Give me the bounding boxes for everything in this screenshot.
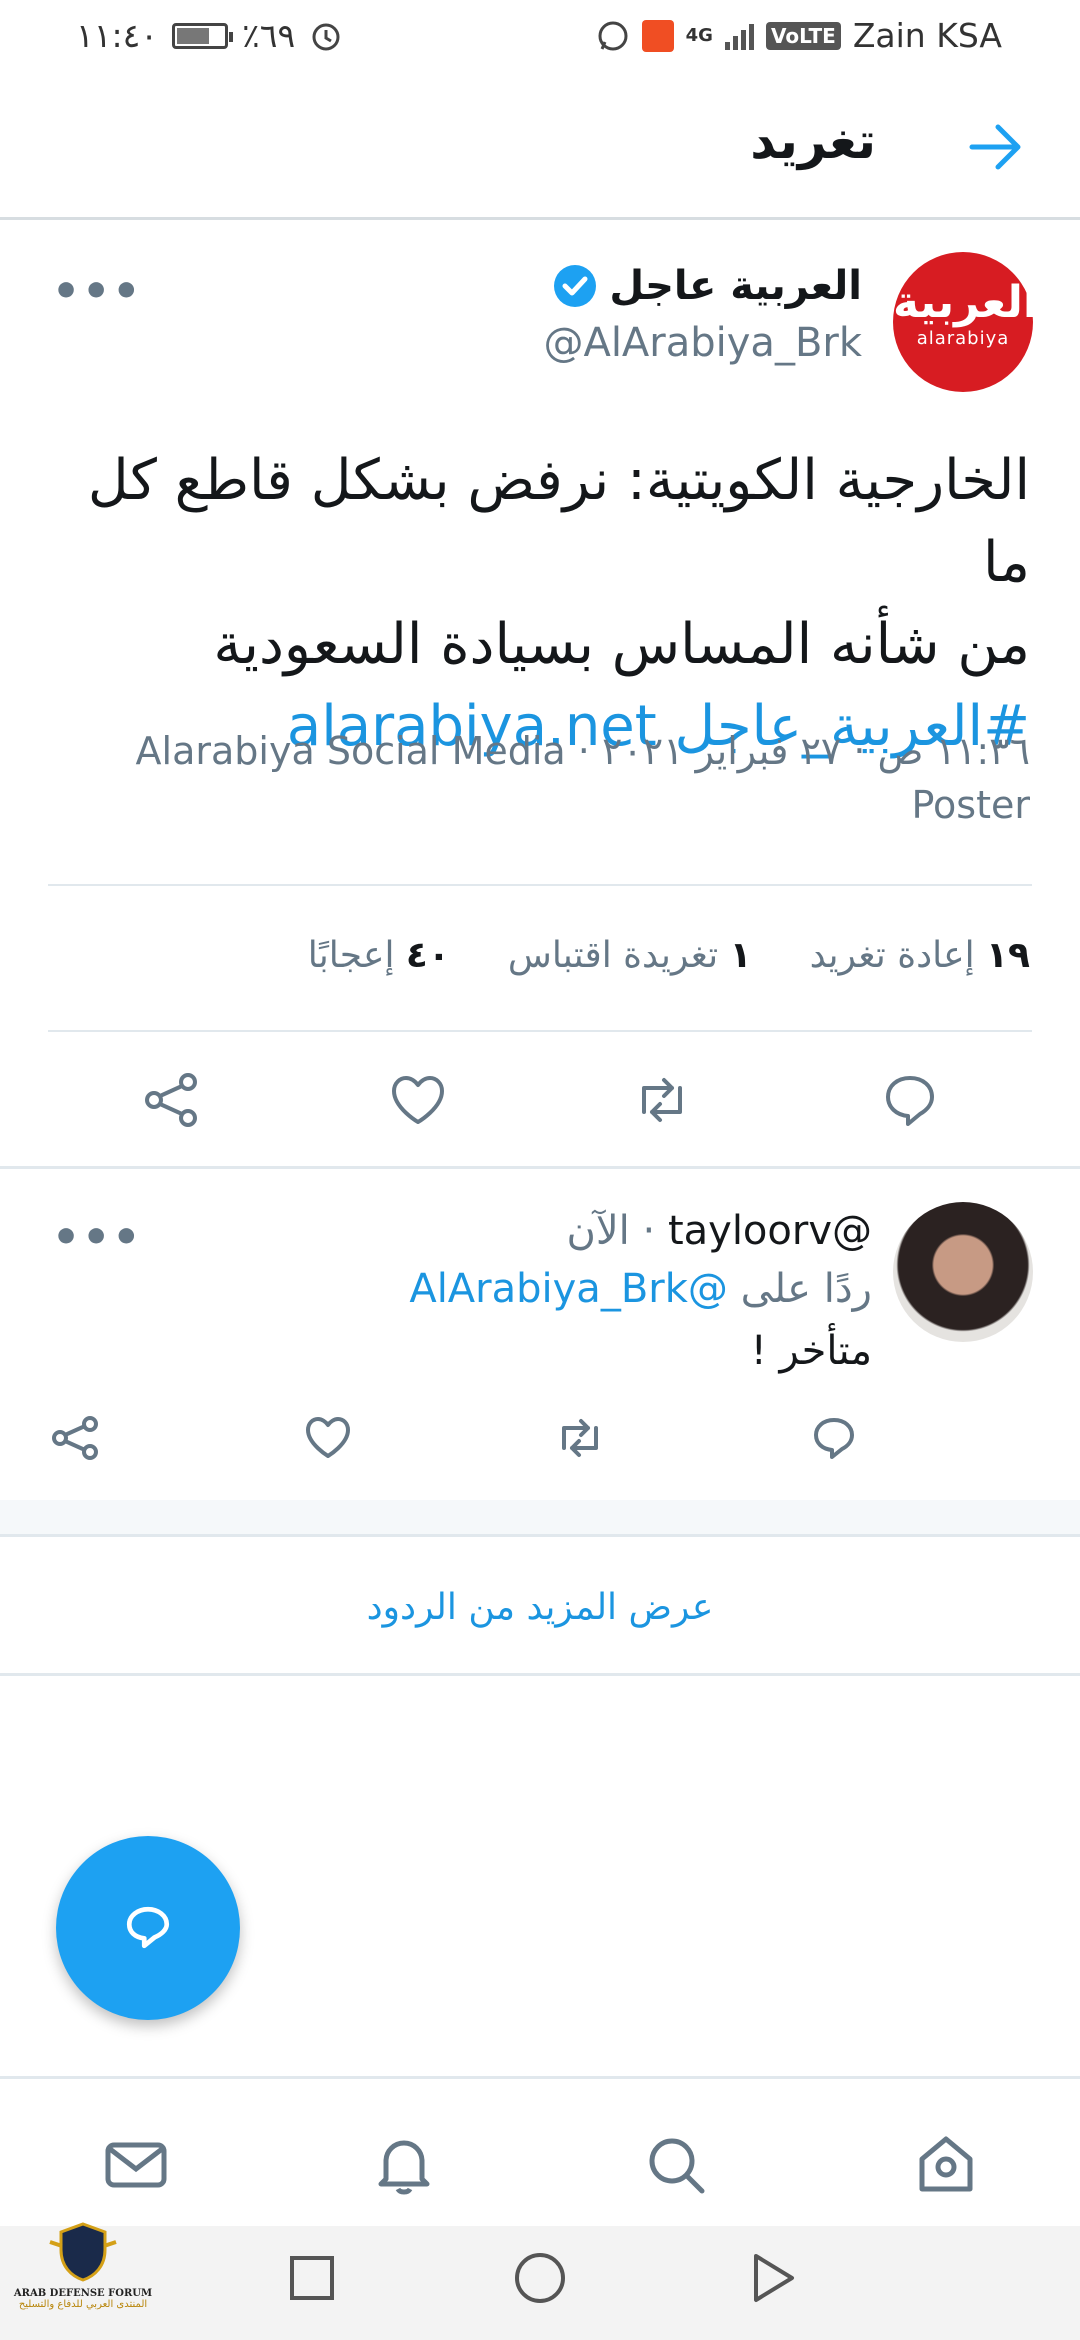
- likes-label: إعجابًا: [307, 935, 395, 976]
- more-options-icon[interactable]: •••: [52, 266, 142, 317]
- home-icon[interactable]: [910, 2129, 982, 2201]
- like-heart-icon[interactable]: [386, 1068, 450, 1132]
- whatsapp-icon: [598, 21, 628, 50]
- status-right: 4G VoLTE Zain KSA: [596, 16, 1002, 55]
- back-triangle-icon[interactable]: [744, 2248, 804, 2308]
- tweet-actions: [0, 1060, 1080, 1140]
- watermark-text-en: ARAB DEFENSE FORUM: [13, 2288, 153, 2299]
- likes-count: ٤٠: [405, 935, 450, 976]
- page-title: تغريد: [750, 112, 876, 170]
- retweets-label: إعادة تغريد: [809, 935, 975, 976]
- reply-retweet-icon[interactable]: [548, 1406, 612, 1470]
- compose-reply-icon: [126, 1906, 170, 1949]
- notifications-bell-icon[interactable]: [368, 2129, 440, 2201]
- retweets-count: ١٩: [986, 935, 1030, 976]
- tweet-text-line1: الخارجية الكويتية: نرفض بشكل قاطع كل ما: [87, 448, 1030, 595]
- tweet-timestamp-source[interactable]: ١١:٣٦ ص · ٢٧ فبراير ٢٠٢١ · Alarabiya Soc…: [40, 724, 1030, 778]
- status-left: ١١:٤٠ ٪٦٩: [76, 16, 343, 55]
- tweet-source-cont[interactable]: Poster: [40, 778, 1030, 832]
- back-arrow-icon[interactable]: [960, 112, 1030, 182]
- reply-separator: ·: [629, 1208, 656, 1254]
- compose-reply-button[interactable]: [56, 1836, 240, 2020]
- replying-to-prefix: ردًا على: [740, 1266, 872, 1312]
- divider: [48, 884, 1032, 886]
- section-gap: [0, 1500, 1080, 1534]
- battery-fill: [177, 27, 210, 44]
- author-handle[interactable]: @AlArabiya_Brk: [543, 320, 862, 366]
- retweet-icon[interactable]: [630, 1068, 694, 1132]
- watermark-text-ar: المنتدى العربي للدفاع والتسليح: [18, 2299, 148, 2310]
- author-avatar[interactable]: العربية alarabiya: [893, 252, 1038, 392]
- verified-badge-icon: [554, 265, 597, 307]
- messages-envelope-icon[interactable]: [100, 2129, 172, 2201]
- network-type: 4G: [685, 25, 713, 46]
- reply-time: الآن: [566, 1208, 630, 1254]
- tweet-text-line2: من شأنه المساس بسيادة السعودية: [213, 612, 1030, 677]
- app-notification-icon: [641, 19, 674, 52]
- reply-like-heart-icon[interactable]: [296, 1406, 360, 1470]
- reply-author-avatar[interactable]: [893, 1202, 1033, 1342]
- reply-handle[interactable]: @tayloorv: [668, 1208, 872, 1254]
- reply-icon[interactable]: [878, 1068, 942, 1132]
- tweet-text: الخارجية الكويتية: نرفض بشكل قاطع كل ما …: [40, 440, 1030, 768]
- clock: ١١:٤٠: [76, 16, 159, 55]
- reply-text: متأخر !: [750, 1328, 872, 1374]
- battery-icon: [172, 22, 234, 49]
- battery-percent: ٪٦٩: [242, 16, 296, 55]
- carrier-name: Zain KSA: [852, 16, 1002, 55]
- top-app-bar: تغريد: [0, 72, 1080, 220]
- show-more-replies-button[interactable]: عرض المزيد من الردود: [0, 1534, 1080, 1676]
- retweets-stat[interactable]: ١٩ إعادة تغريد: [810, 935, 1030, 976]
- signal-icon: [724, 22, 754, 50]
- replying-to: ردًا على @AlArabiya_Brk: [409, 1266, 872, 1312]
- divider: [48, 1030, 1032, 1032]
- reply-reply-icon[interactable]: [802, 1406, 866, 1470]
- share-icon[interactable]: [140, 1068, 204, 1132]
- home-circle-icon[interactable]: [510, 2248, 570, 2308]
- alarm-icon: [312, 23, 340, 50]
- replying-to-mention[interactable]: @AlArabiya_Brk: [409, 1266, 728, 1312]
- reply-more-options-icon[interactable]: •••: [52, 1212, 142, 1263]
- reply-header: @tayloorv · الآن: [566, 1208, 872, 1254]
- search-icon[interactable]: [640, 2129, 712, 2201]
- recents-square-icon[interactable]: [282, 2248, 342, 2308]
- status-bar: ١١:٤٠ ٪٦٩ 4G VoLTE Zain KSA: [0, 0, 1080, 72]
- forum-watermark-logo: ARAB DEFENSE FORUM المنتدى العربي للدفاع…: [8, 2220, 158, 2340]
- section-separator: [0, 1166, 1080, 1169]
- system-navigation-bar: [0, 2226, 1080, 2340]
- shield-wings-icon: [49, 2222, 117, 2282]
- quotes-count: ١: [729, 935, 752, 976]
- likes-stat[interactable]: ٤٠ إعجابًا: [308, 935, 450, 976]
- author-name-row[interactable]: العربية عاجل: [551, 262, 862, 310]
- author-name: العربية عاجل: [609, 263, 862, 309]
- volte-badge: VoLTE: [765, 21, 841, 50]
- tweet-stats: ١٩ إعادة تغريد ١ تغريدة اقتباس ٤٠ إعجابً…: [308, 935, 1030, 976]
- tweet-meta: ١١:٣٦ ص · ٢٧ فبراير ٢٠٢١ · Alarabiya Soc…: [40, 724, 1030, 832]
- quotes-label: تغريدة اقتباس: [507, 935, 719, 976]
- quotes-stat[interactable]: ١ تغريدة اقتباس: [508, 935, 752, 976]
- avatar-logo-subtext: alarabiya: [916, 328, 1010, 349]
- reply-share-icon[interactable]: [44, 1406, 108, 1470]
- bottom-navigation: [0, 2076, 1080, 2226]
- avatar-logo-text: العربية: [893, 277, 1038, 328]
